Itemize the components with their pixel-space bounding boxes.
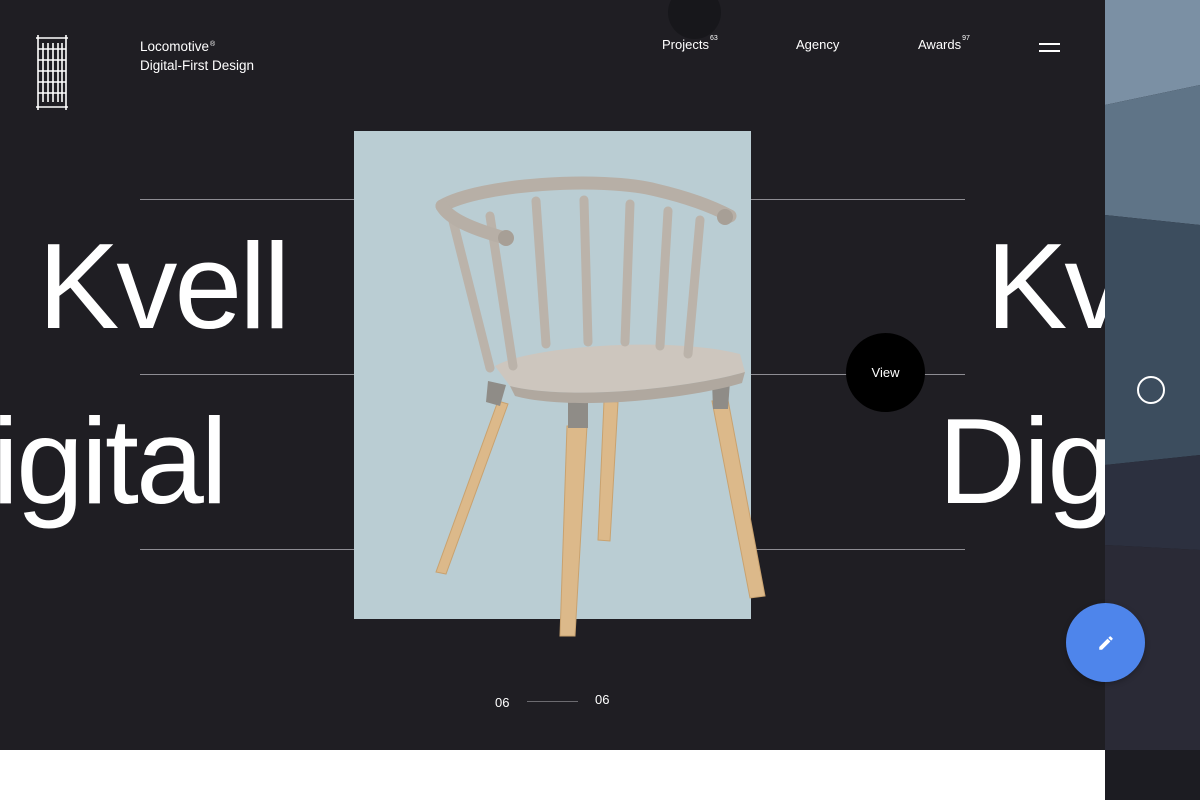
- slide-total: 06: [595, 692, 610, 707]
- page-below-fold: [0, 750, 1105, 800]
- projects-count: 63: [709, 35, 718, 42]
- marquee-word-bottom-right: Dig: [938, 393, 1105, 529]
- nav-projects[interactable]: Projects63: [662, 35, 718, 52]
- cursor-dot: [668, 0, 721, 39]
- locomotive-logo[interactable]: [34, 35, 70, 110]
- divider-line: [140, 549, 354, 550]
- divider-line: [140, 374, 354, 375]
- awards-count: 97: [962, 35, 970, 42]
- brand-registered-mark: ®: [210, 41, 216, 48]
- nav-agency[interactable]: Agency: [796, 37, 839, 52]
- hero-section: Locomotive® Digital-First Design Project…: [0, 0, 1105, 750]
- hamburger-menu-icon[interactable]: [1039, 41, 1061, 55]
- divider-line: [751, 549, 965, 550]
- divider-line: [751, 199, 965, 200]
- marquee-word-top-right: Kv: [986, 218, 1105, 354]
- marquee-word-bottom-left: igital: [0, 393, 228, 529]
- circle-icon[interactable]: [1137, 376, 1165, 404]
- divider-line: [140, 199, 354, 200]
- nav-awards[interactable]: Awards97: [918, 35, 970, 52]
- view-project-button[interactable]: View: [846, 333, 925, 412]
- pencil-icon: [1098, 635, 1113, 650]
- brand-tagline: Digital-First Design: [140, 58, 255, 73]
- marquee-word-top-left: Kvell: [38, 218, 290, 354]
- slide-current-index: 06: [495, 695, 510, 710]
- chair-image: [435, 176, 766, 637]
- counter-divider: [527, 701, 578, 702]
- brand-block: Locomotive® Digital-First Design: [140, 37, 254, 75]
- brand-name: Locomotive®: [140, 39, 216, 54]
- edit-button[interactable]: [1066, 603, 1145, 682]
